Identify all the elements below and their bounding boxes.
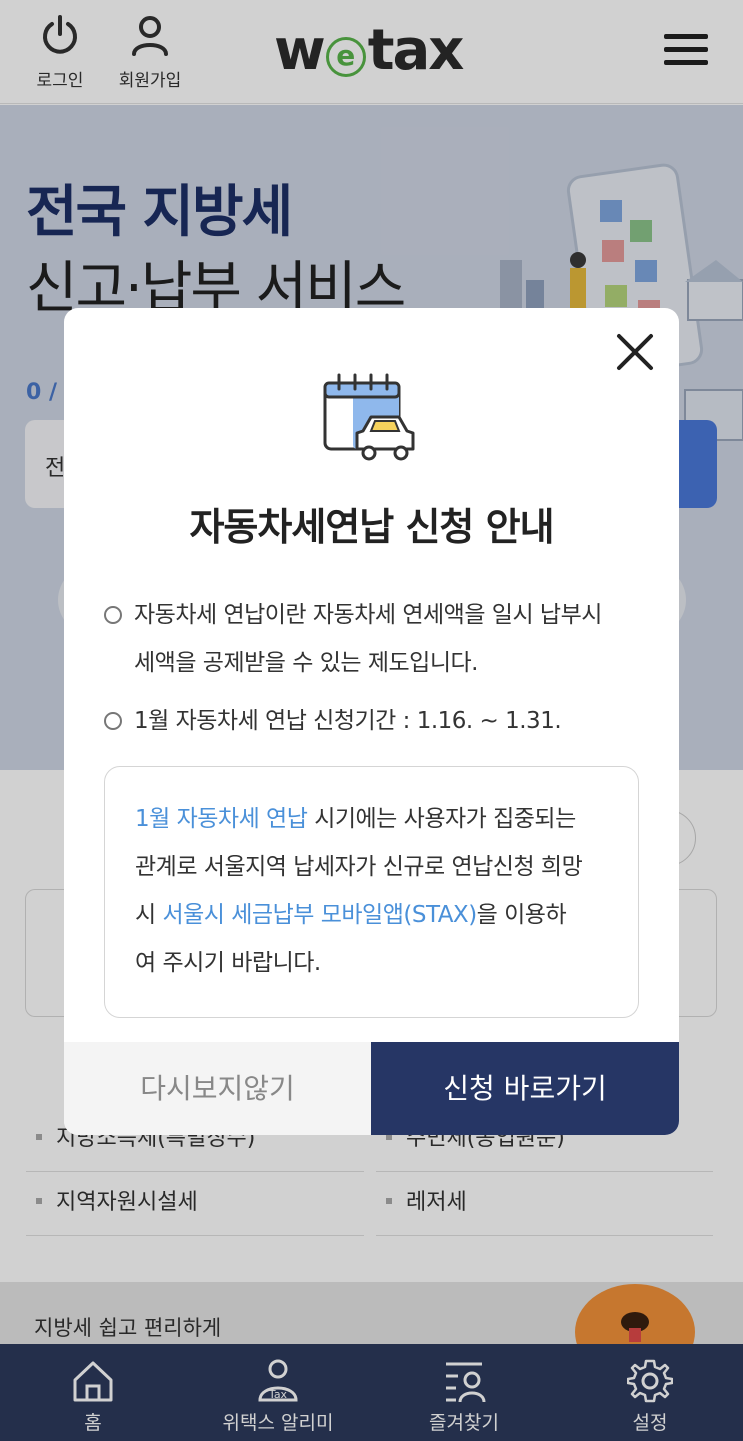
- info-item-text: 세액을 공제받을 수 있는 제도입니다.: [134, 650, 478, 676]
- notice-line: 1월 자동차세 연납 시기에는 사용자가 집중되는: [135, 795, 608, 843]
- notice-text: 시기에는 사용자가 집중되는: [307, 806, 576, 832]
- notice-highlight: 1월 자동차세 연납: [135, 806, 308, 832]
- bullet-circle-icon: [104, 712, 122, 730]
- info-item-text: 1월 자동차세 연납 신청기간 : 1.16. ~ 1.31.: [134, 708, 562, 734]
- info-item-period: 1월 자동차세 연납 신청기간 : 1.16. ~ 1.31.: [104, 697, 562, 745]
- stax-app-link[interactable]: 서울시 세금납부 모바일앱(STAX): [162, 902, 477, 928]
- notice-text: 을 이용하: [476, 902, 567, 928]
- notice-box: 1월 자동차세 연납 시기에는 사용자가 집중되는 관계로 서울지역 납세자가 …: [104, 766, 639, 1018]
- info-item-text: 자동차세 연납이란 자동차세 연세액을 일시 납부시: [134, 602, 602, 628]
- close-icon[interactable]: [613, 330, 657, 374]
- notice-line: 여 주시기 바랍니다.: [135, 950, 321, 976]
- notice-text: 시: [135, 902, 163, 928]
- dont-show-again-button[interactable]: 다시보지않기: [64, 1042, 371, 1135]
- bullet-circle-icon: [104, 606, 122, 624]
- car-tax-notice-modal: 자동차세연납 신청 안내 자동차세 연납이란 자동차세 연세액을 일시 납부시 …: [64, 308, 679, 1135]
- apply-now-button[interactable]: 신청 바로가기: [371, 1042, 679, 1135]
- modal-title: 자동차세연납 신청 안내: [189, 505, 554, 549]
- notice-line: 시 서울시 세금납부 모바일앱(STAX)을 이용하: [135, 891, 608, 939]
- notice-line: 관계로 서울지역 납세자가 신규로 연납신청 희망: [135, 854, 583, 880]
- calendar-car-icon: [323, 373, 415, 461]
- info-item-definition: 자동차세 연납이란 자동차세 연세액을 일시 납부시 세액을 공제받을 수 있는…: [104, 591, 602, 687]
